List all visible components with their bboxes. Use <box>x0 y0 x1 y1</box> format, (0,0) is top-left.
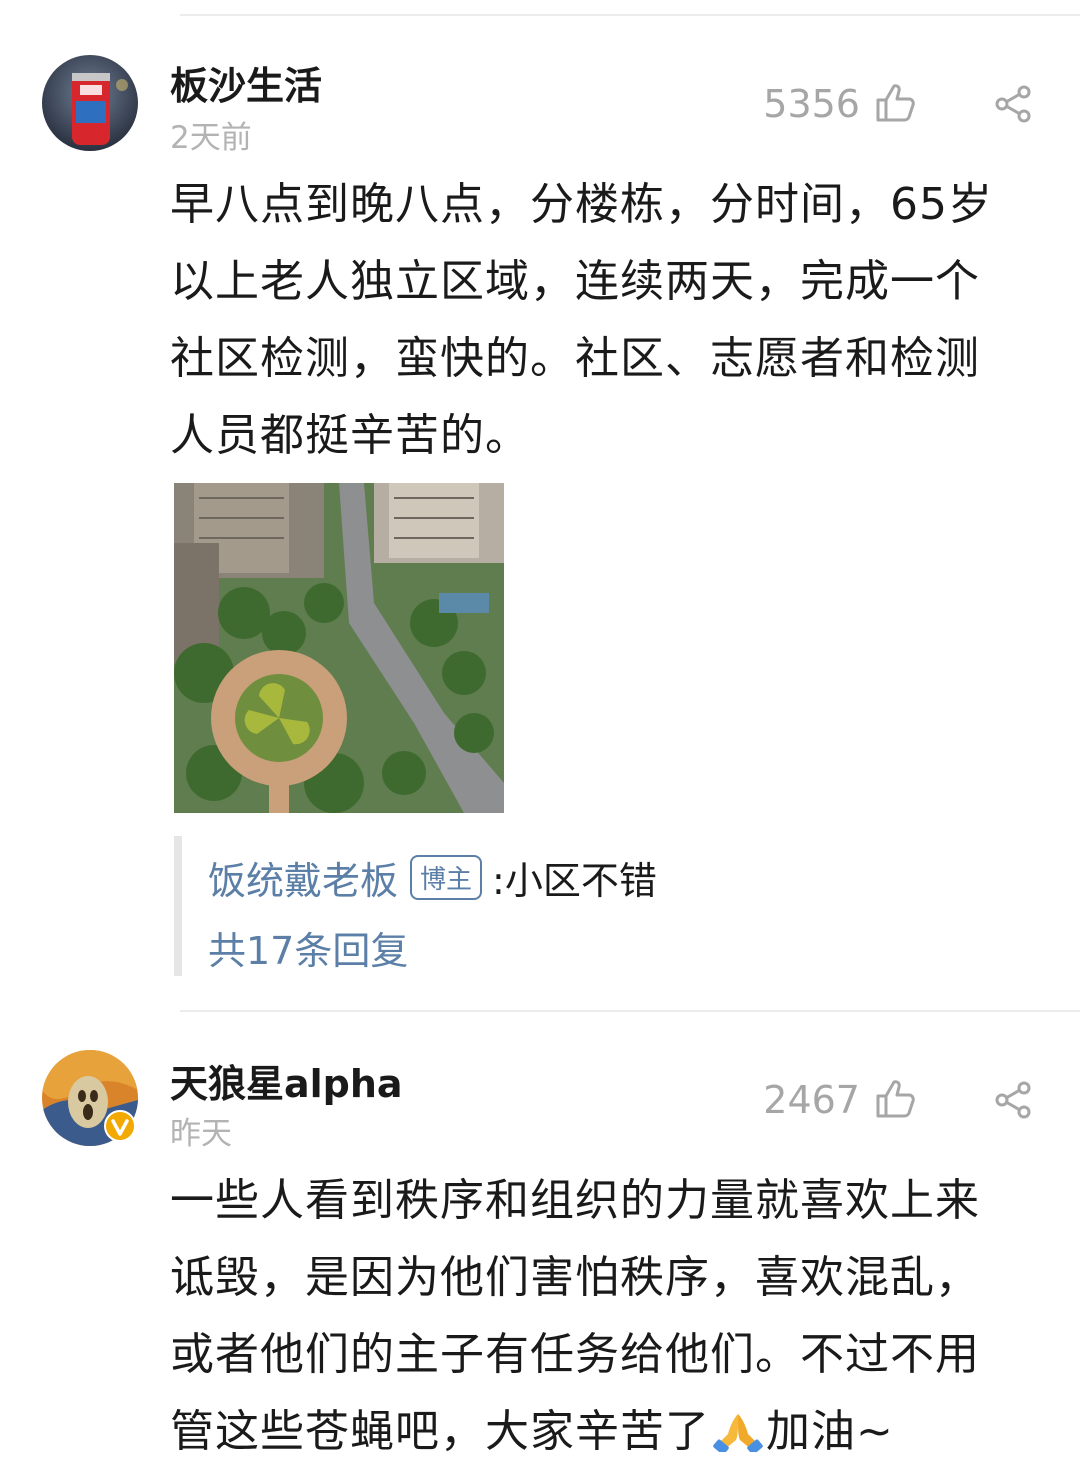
share-icon[interactable] <box>994 84 1034 124</box>
username[interactable]: 板沙生活 <box>170 55 322 110</box>
reply-text: :小区不错 <box>492 859 657 903</box>
view-replies-link[interactable]: 共17条回复 <box>208 920 408 975</box>
top-divider <box>180 14 1080 16</box>
comment-line: 社区检测，蛮快的。社区、志愿者和检测 <box>170 333 980 384</box>
username[interactable]: 天狼星alpha <box>170 1053 403 1108</box>
like-count[interactable]: 5356 <box>740 82 860 126</box>
comment-body: 早八点到晚八点，分楼栋，分时间，65岁 以上老人独立区域，连续两天，完成一个 社… <box>170 166 1050 474</box>
comment-time: 2天前 <box>170 120 252 156</box>
thumbs-up-outline-icon[interactable] <box>874 82 916 124</box>
share-icon[interactable] <box>994 1080 1034 1120</box>
verified-badge-icon <box>104 1110 136 1142</box>
comment-line: 诋毁，是因为他们害怕秩序，喜欢混乱， <box>170 1252 980 1303</box>
avatar[interactable] <box>42 55 138 151</box>
like-count[interactable]: 2467 <box>740 1078 860 1122</box>
reply-preview[interactable]: 饭统戴老板 博主:小区不错 共17条回复 <box>174 836 782 976</box>
thumbs-up-outline-icon[interactable] <box>874 1078 916 1120</box>
comment-time: 昨天 <box>170 1116 232 1152</box>
comment-line: 管这些苍蝇吧，大家辛苦了 加油~ <box>170 1393 1050 1470</box>
comment-divider <box>180 1010 1080 1012</box>
comment-line: 一些人看到秩序和组织的力量就喜欢上来 <box>170 1175 980 1226</box>
author-badge: 博主 <box>410 855 483 900</box>
reply-username[interactable]: 饭统戴老板 <box>208 859 398 903</box>
comment-line-text: 管这些苍蝇吧，大家辛苦了 <box>170 1406 710 1457</box>
comment-photo[interactable] <box>174 483 504 813</box>
comment-line: 早八点到晚八点，分楼栋，分时间，65岁 <box>170 179 993 230</box>
folded-hands-emoji <box>713 1414 763 1452</box>
comment-line-text: 加油~ <box>766 1406 894 1457</box>
comment-line: 以上老人独立区域，连续两天，完成一个 <box>170 256 980 307</box>
comment-line: 或者他们的主子有任务给他们。不过不用 <box>170 1329 980 1380</box>
comment-line: 人员都挺辛苦的。 <box>170 410 530 461</box>
comment-body: 一些人看到秩序和组织的力量就喜欢上来 诋毁，是因为他们害怕秩序，喜欢混乱， 或者… <box>170 1162 1050 1470</box>
